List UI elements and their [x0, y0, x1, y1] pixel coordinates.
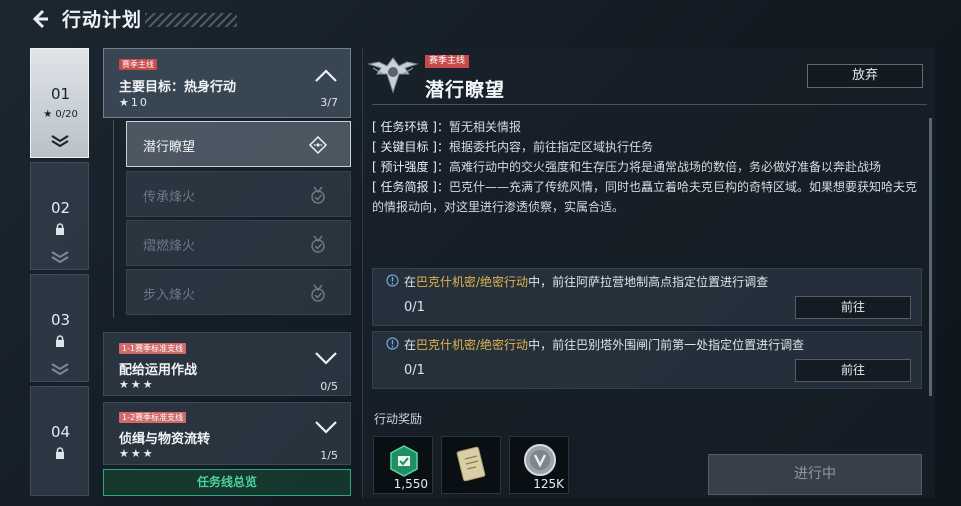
- sub-item-chuancheng[interactable]: 传承烽火: [126, 171, 351, 217]
- chapter-progress: ★ 0/20: [43, 109, 78, 120]
- reward-value: 125K: [533, 477, 564, 491]
- lock-icon: [56, 447, 64, 459]
- medal-check-icon: [311, 284, 325, 302]
- task-stars: ★★★: [119, 447, 155, 460]
- task-title: 侦缉与物资流转: [119, 432, 211, 447]
- intensity-key: [ 预计强度 ]：: [372, 160, 449, 174]
- sub-item-yiran[interactable]: 熠燃烽火: [126, 220, 351, 266]
- task-card-side-1[interactable]: 1-1赛季标准支线 配给运用作战 ★★★ 0/5: [103, 332, 351, 396]
- green-badge-icon: [390, 445, 418, 477]
- task-title: 主要目标：热身行动: [119, 80, 237, 95]
- objective-card: 在巴克什机密/绝密行动中，前往阿萨拉营地制高点指定位置进行调查 0/1 前往: [372, 268, 922, 326]
- task-card-side-2[interactable]: 1-2赛季标准支线 侦缉与物资流转 ★★★ 1/5: [103, 402, 351, 465]
- eagle-emblem-icon: [367, 52, 419, 98]
- chevron-down-icon: [51, 135, 69, 147]
- env-value: 暂无相关情报: [449, 120, 522, 134]
- scrollbar[interactable]: [929, 118, 932, 396]
- reward-item[interactable]: 125K: [509, 436, 569, 494]
- reward-value: 1,550: [393, 477, 428, 491]
- brief-key: [ 任务简报 ]：: [372, 180, 449, 194]
- page-title: 行动计划: [62, 9, 143, 31]
- reward-item[interactable]: [441, 436, 501, 494]
- task-card-main[interactable]: 赛季主线 主要目标：热身行动 ★10 3/7: [103, 48, 351, 118]
- chevron-down-icon: [315, 352, 337, 365]
- brief-row: [ 任务简报 ]：巴克什——充满了传统风情，同时也矗立着哈夫克巨构的奇特区域。如…: [372, 177, 920, 217]
- reward-item[interactable]: 1,550: [373, 436, 433, 494]
- chapter-tab-02[interactable]: 02: [30, 162, 89, 270]
- chevron-up-icon: [315, 69, 337, 82]
- sub-item-label: 传承烽火: [143, 190, 196, 205]
- chapter-tab-03[interactable]: 03: [30, 274, 89, 382]
- chapter-tab-01[interactable]: 01 ★ 0/20: [30, 48, 89, 158]
- objective-progress: 0/1: [404, 300, 425, 315]
- chapter-tab-04[interactable]: 04: [30, 386, 89, 496]
- chevron-down-icon: [315, 421, 337, 434]
- abandon-button[interactable]: 放弃: [807, 64, 923, 88]
- lock-icon: [56, 223, 64, 235]
- intensity-value: 高难行动中的交火强度和生存压力将是通常战场的数倍，务必做好准备以奔赴战场: [449, 160, 882, 174]
- objective-text: 在巴克什机密/绝密行动中，前往巴别塔外围闸门前第一处指定位置进行调查: [404, 338, 805, 352]
- side-tag: 1-1赛季标准支线: [119, 343, 187, 354]
- brief-value: 巴克什——充满了传统风情，同时也矗立着哈夫克巨构的奇特区域。如果想要获知哈夫克的…: [372, 180, 918, 214]
- env-row: [ 任务环境 ]：暂无相关情报: [372, 117, 920, 137]
- task-line-overview-button[interactable]: 任务线总览: [103, 469, 351, 496]
- chapter-number: 01: [50, 85, 71, 103]
- chevron-down-icon: [51, 363, 69, 375]
- objective-card: 在巴克什机密/绝密行动中，前往巴别塔外围闸门前第一处指定位置进行调查 0/1 前…: [372, 331, 922, 389]
- sub-item-label: 熠燃烽火: [143, 239, 196, 254]
- goal-key: [ 关键目标 ]：: [372, 140, 449, 154]
- go-button[interactable]: 前往: [795, 359, 911, 382]
- rewards-label: 行动奖励: [374, 412, 423, 426]
- side-tag: 1-2赛季标准支线: [119, 412, 187, 423]
- objective-highlight: 巴克什机密/绝密行动: [416, 338, 529, 352]
- in-progress-button[interactable]: 进行中: [708, 454, 922, 495]
- task-title: 配给运用作战: [119, 363, 198, 378]
- medal-check-icon: [311, 186, 325, 204]
- season-main-tag: 赛季主线: [425, 55, 470, 68]
- task-count: 1/5: [320, 449, 338, 462]
- medal-check-icon: [311, 235, 325, 253]
- chapter-number: 03: [50, 311, 71, 329]
- task-stars: ★10: [119, 96, 149, 109]
- chapter-number: 04: [50, 423, 71, 441]
- mission-title: 潜行瞭望: [425, 79, 506, 101]
- info-circle-icon: [386, 337, 399, 350]
- go-button[interactable]: 前往: [795, 296, 911, 319]
- task-count: 0/5: [320, 380, 338, 393]
- env-key: [ 任务环境 ]：: [372, 120, 449, 134]
- sub-item-buru[interactable]: 步入烽火: [126, 269, 351, 315]
- sub-item-connector: [113, 120, 114, 318]
- goal-row: [ 关键目标 ]：根据委托内容，前往指定区域执行任务: [372, 137, 920, 157]
- objective-progress: 0/1: [404, 363, 425, 378]
- document-card-icon: [456, 446, 486, 482]
- intensity-row: [ 预计强度 ]：高难行动中的交火强度和生存压力将是通常战场的数倍，务必做好准备…: [372, 157, 920, 177]
- chapter-number: 02: [50, 199, 71, 217]
- info-circle-icon: [386, 274, 399, 287]
- target-diamond-icon: [308, 135, 328, 155]
- sub-item-label: 潜行瞭望: [143, 140, 196, 155]
- chevron-down-icon: [51, 251, 69, 263]
- task-stars: ★★★: [119, 378, 155, 391]
- objective-text: 在巴克什机密/绝密行动中，前往阿萨拉营地制高点指定位置进行调查: [404, 275, 769, 289]
- task-count: 3/7: [320, 96, 338, 109]
- divider: [372, 104, 927, 105]
- objective-highlight: 巴克什机密/绝密行动: [416, 275, 529, 289]
- season-main-tag: 赛季主线: [119, 59, 157, 70]
- lock-icon: [56, 335, 64, 347]
- sub-item-qianxing[interactable]: 潜行瞭望: [126, 121, 351, 167]
- title-decoration: [145, 13, 237, 27]
- goal-value: 根据委托内容，前往指定区域执行任务: [449, 140, 654, 154]
- sub-item-label: 步入烽火: [143, 288, 196, 303]
- mission-description: [ 任务环境 ]：暂无相关情报 [ 关键目标 ]：根据委托内容，前往指定区域执行…: [372, 117, 920, 217]
- silver-coin-icon: [524, 444, 556, 476]
- back-arrow-icon[interactable]: [30, 8, 52, 32]
